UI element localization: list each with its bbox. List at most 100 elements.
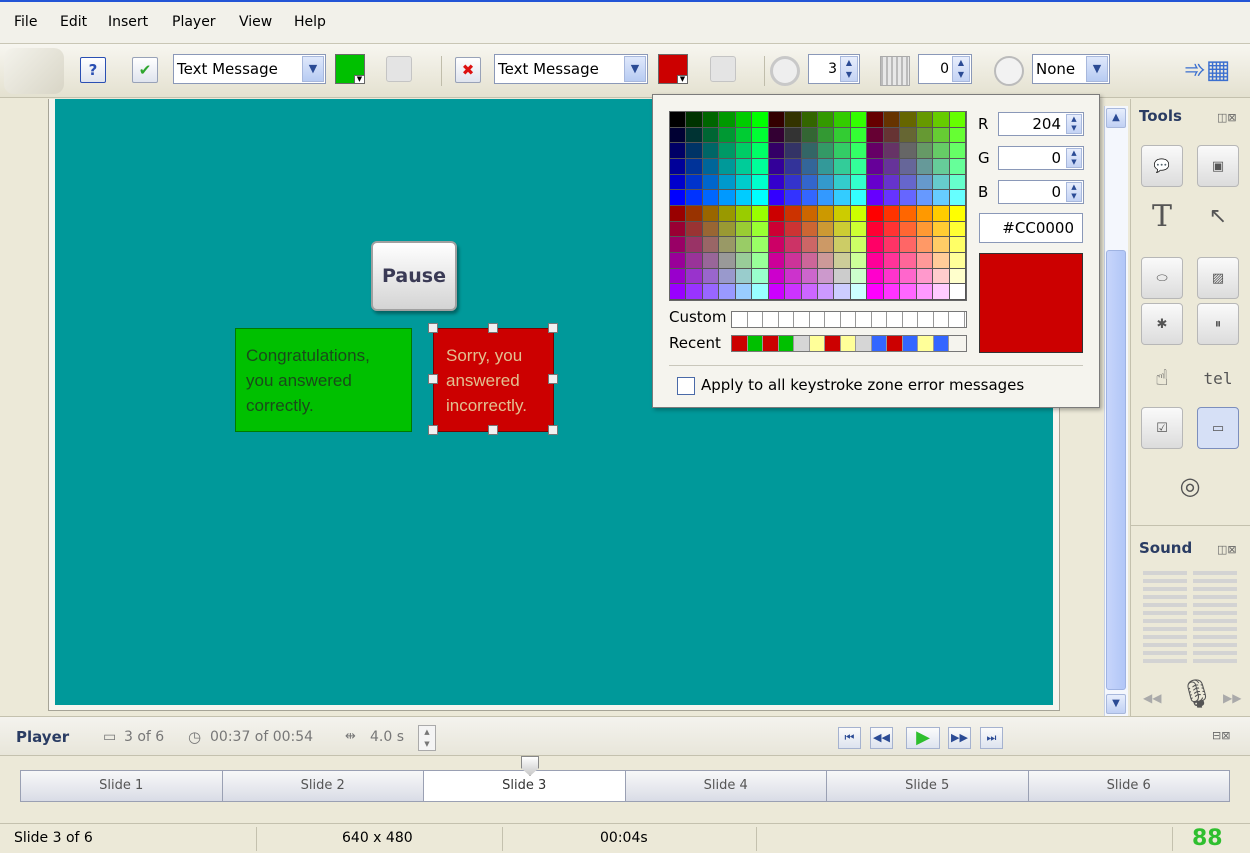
color-swatch[interactable] <box>883 284 901 300</box>
recent-color-swatch[interactable] <box>871 336 887 351</box>
color-swatch[interactable] <box>883 112 901 128</box>
color-swatch[interactable] <box>686 268 703 285</box>
color-swatch[interactable] <box>735 268 753 285</box>
color-swatch[interactable] <box>850 237 868 253</box>
red-field[interactable]: 204 ▲ ▼ <box>998 112 1084 136</box>
color-swatch[interactable] <box>670 174 687 191</box>
menu-edit[interactable]: Edit <box>60 14 87 30</box>
correct-color-button[interactable]: ▼ <box>335 54 365 84</box>
color-swatch[interactable] <box>785 127 802 144</box>
color-swatch[interactable] <box>752 127 769 144</box>
color-swatch[interactable] <box>933 127 950 144</box>
color-swatch[interactable] <box>735 127 753 144</box>
color-swatch[interactable] <box>719 143 736 159</box>
color-swatch[interactable] <box>883 190 901 206</box>
color-swatch[interactable] <box>752 253 769 269</box>
color-swatch[interactable] <box>801 221 818 238</box>
color-swatch[interactable] <box>818 174 835 191</box>
color-swatch[interactable] <box>850 253 868 269</box>
menu-help[interactable]: Help <box>294 14 326 30</box>
duration-stepper[interactable]: ▲ ▼ <box>418 725 436 751</box>
color-swatch[interactable] <box>768 159 786 175</box>
recent-color-swatch[interactable] <box>778 336 794 351</box>
color-swatch[interactable] <box>916 190 934 206</box>
color-swatch[interactable] <box>834 206 851 222</box>
color-swatch[interactable] <box>752 190 769 206</box>
panel-dock-close-icon[interactable]: ◫⊠ <box>1217 111 1237 124</box>
color-swatch[interactable] <box>850 221 868 238</box>
pause-button[interactable]: Pause <box>371 241 457 311</box>
color-swatch[interactable] <box>702 253 720 269</box>
color-swatch[interactable] <box>719 190 736 206</box>
color-swatch[interactable] <box>834 143 851 159</box>
color-swatch[interactable] <box>801 237 818 253</box>
color-swatch[interactable] <box>867 206 884 222</box>
resize-handle[interactable] <box>428 425 438 435</box>
color-swatch[interactable] <box>949 206 966 222</box>
color-swatch[interactable] <box>949 174 966 191</box>
slide-tab[interactable]: Slide 4 <box>626 771 827 801</box>
color-swatch[interactable] <box>900 221 917 238</box>
color-swatch[interactable] <box>933 190 950 206</box>
color-swatch[interactable] <box>933 253 950 269</box>
custom-color-swatch[interactable] <box>918 312 934 327</box>
color-swatch[interactable] <box>768 190 786 206</box>
color-swatch[interactable] <box>785 190 802 206</box>
first-slide-icon[interactable]: ⏮ <box>838 727 861 749</box>
color-swatch[interactable] <box>686 253 703 269</box>
keystroke-zone-icon[interactable]: ▭ <box>1197 407 1239 449</box>
color-swatch[interactable] <box>933 206 950 222</box>
color-swatch[interactable] <box>686 206 703 222</box>
slide-tab[interactable]: Slide 1 <box>21 771 223 801</box>
color-swatch[interactable] <box>949 127 966 144</box>
color-swatch[interactable] <box>801 143 818 159</box>
color-swatch[interactable] <box>768 284 786 300</box>
color-swatch[interactable] <box>933 112 950 128</box>
color-swatch[interactable] <box>801 112 818 128</box>
color-swatch[interactable] <box>867 253 884 269</box>
color-swatch[interactable] <box>768 221 786 238</box>
quiz-icon[interactable]: ☑ <box>1141 407 1183 449</box>
color-swatch[interactable] <box>883 127 901 144</box>
color-swatch[interactable] <box>785 159 802 175</box>
color-swatch[interactable] <box>785 221 802 238</box>
color-swatch[interactable] <box>670 143 687 159</box>
color-swatch[interactable] <box>752 143 769 159</box>
color-swatch[interactable] <box>702 143 720 159</box>
color-swatch[interactable] <box>850 159 868 175</box>
color-swatch[interactable] <box>768 112 786 128</box>
incorrect-options-icon[interactable] <box>710 56 736 82</box>
custom-color-swatch[interactable] <box>809 312 825 327</box>
layout-arrow-icon[interactable]: ➾▦ <box>1184 52 1244 90</box>
custom-color-swatch[interactable] <box>794 312 810 327</box>
circle-target-icon[interactable]: ◎ <box>1169 465 1211 507</box>
color-swatch[interactable] <box>834 237 851 253</box>
color-swatch[interactable] <box>834 253 851 269</box>
menu-player[interactable]: Player <box>172 14 216 30</box>
color-swatch[interactable] <box>735 206 753 222</box>
color-swatch[interactable] <box>752 221 769 238</box>
color-swatch[interactable] <box>768 206 786 222</box>
color-swatch[interactable] <box>785 268 802 285</box>
color-swatch[interactable] <box>702 221 720 238</box>
color-swatch[interactable] <box>735 253 753 269</box>
color-swatch[interactable] <box>768 174 786 191</box>
recent-color-swatch[interactable] <box>887 336 903 351</box>
color-swatch[interactable] <box>735 190 753 206</box>
play-icon[interactable]: ▶ <box>906 727 940 749</box>
color-swatch[interactable] <box>768 253 786 269</box>
color-swatch[interactable] <box>702 206 720 222</box>
resize-handle[interactable] <box>548 425 558 435</box>
color-swatch[interactable] <box>735 221 753 238</box>
color-swatch[interactable] <box>916 174 934 191</box>
color-swatch[interactable] <box>686 112 703 128</box>
recent-color-swatch[interactable] <box>794 336 810 351</box>
color-swatch[interactable] <box>850 143 868 159</box>
stepper-arrows-icon[interactable]: ▲ ▼ <box>1066 114 1082 134</box>
forward-icon[interactable]: ▶▶ <box>1223 691 1241 705</box>
color-swatch[interactable] <box>702 268 720 285</box>
scrollbar-thumb[interactable] <box>1106 250 1126 690</box>
color-swatch[interactable] <box>670 253 687 269</box>
color-swatch[interactable] <box>883 221 901 238</box>
color-swatch[interactable] <box>916 127 934 144</box>
